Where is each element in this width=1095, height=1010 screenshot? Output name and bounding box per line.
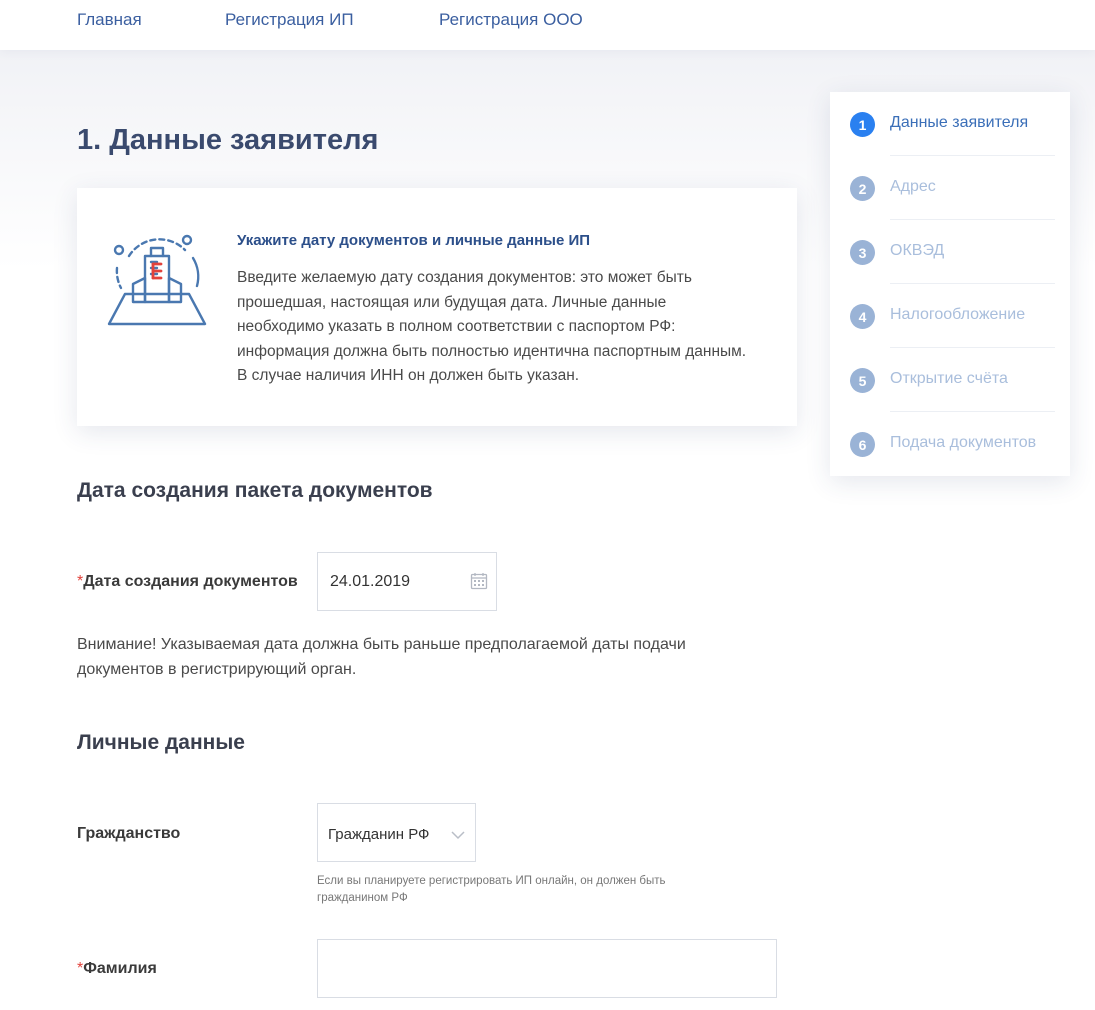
document-date-input[interactable]: 24.01.2019 xyxy=(317,552,497,611)
info-card: Укажите дату документов и личные данные … xyxy=(77,188,797,426)
surname-label-text: Фамилия xyxy=(83,960,157,977)
page-title: 1. Данные заявителя xyxy=(77,124,379,156)
step-label: Адрес xyxy=(890,178,936,195)
section-title-personal-data: Личные данные xyxy=(77,731,245,754)
step-document-submission[interactable]: 6 Подача документов xyxy=(830,412,1070,476)
info-title: Укажите дату документов и личные данные … xyxy=(237,232,591,249)
nav-link-ooo-registration[interactable]: Регистрация ООО xyxy=(439,10,583,30)
info-text: Введите желаемую дату создания документо… xyxy=(237,269,747,384)
nav-link-ip-registration[interactable]: Регистрация ИП xyxy=(225,10,354,30)
step-label: Подача документов xyxy=(890,434,1037,451)
step-number: 1 xyxy=(850,112,875,137)
step-label: ОКВЭД xyxy=(890,242,945,259)
step-label: Налогообложение xyxy=(890,306,1026,323)
step-label: Данные заявителя xyxy=(890,114,1029,131)
document-date-label-text: Дата создания документов xyxy=(83,573,298,590)
step-address[interactable]: 2 Адрес xyxy=(830,156,1070,220)
citizenship-hint: Если вы планируете регистрировать ИП онл… xyxy=(317,875,666,904)
step-number: 3 xyxy=(850,240,875,265)
document-date-value: 24.01.2019 xyxy=(330,573,411,590)
section-title-document-date: Дата создания пакета документов xyxy=(77,479,433,502)
step-number: 4 xyxy=(850,304,875,329)
nav-link-home[interactable]: Главная xyxy=(77,10,142,30)
chevron-down-icon xyxy=(451,831,465,840)
step-account-opening[interactable]: 5 Открытие счёта xyxy=(830,348,1070,412)
steps-sidebar: 1 Данные заявителя 2 Адрес 3 ОКВЭД 4 Нал… xyxy=(830,92,1070,476)
step-label: Открытие счёта xyxy=(890,370,1008,387)
surname-input[interactable] xyxy=(317,939,777,998)
citizenship-select[interactable]: Гражданин РФ xyxy=(317,803,476,862)
step-taxation[interactable]: 4 Налогообложение xyxy=(830,284,1070,348)
calendar-icon[interactable] xyxy=(470,572,488,590)
step-number: 5 xyxy=(850,368,875,393)
building-icon xyxy=(107,234,207,326)
step-number: 6 xyxy=(850,432,875,457)
document-date-label: *Дата создания документов xyxy=(77,573,298,591)
step-applicant-data[interactable]: 1 Данные заявителя xyxy=(830,92,1070,156)
surname-label: *Фамилия xyxy=(77,960,157,978)
citizenship-selected-value: Гражданин РФ xyxy=(328,826,430,843)
step-number: 2 xyxy=(850,176,875,201)
step-okved[interactable]: 3 ОКВЭД xyxy=(830,220,1070,284)
date-warning-text: Внимание! Указываемая дата должна быть р… xyxy=(77,636,686,678)
top-navigation: Главная Регистрация ИП Регистрация ООО xyxy=(0,0,1095,50)
citizenship-label: Гражданство xyxy=(77,825,181,842)
